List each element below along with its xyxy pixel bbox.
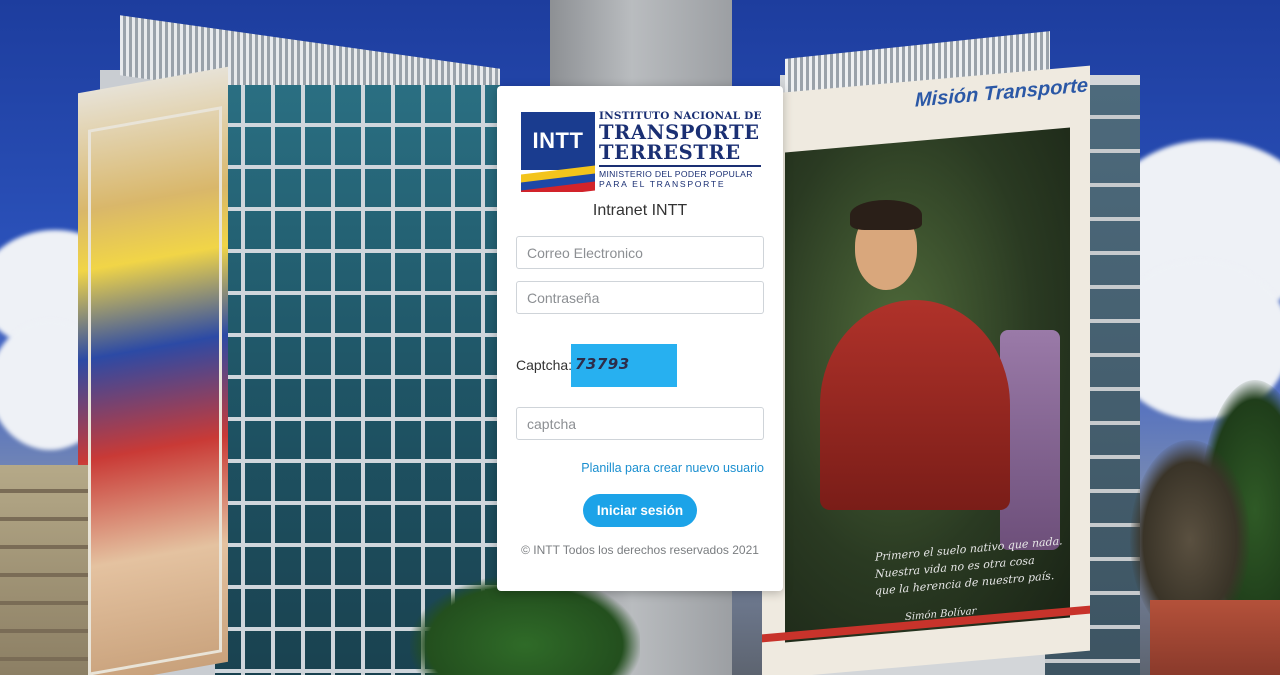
left-banner-frame [88, 106, 222, 675]
password-field[interactable] [516, 281, 764, 314]
captcha-code: 73793 [575, 355, 630, 373]
logo-text: INSTITUTO NACIONAL DE TRANSPORTE TERREST… [599, 110, 761, 189]
footer-copyright: © INTT Todos los derechos reservados 202… [521, 543, 759, 557]
login-card: INTT INSTITUTO NACIONAL DE TRANSPORTE TE… [497, 86, 783, 591]
small-building [0, 465, 88, 675]
logo-ministry-1: MINISTERIO DEL PODER POPULAR [599, 169, 753, 179]
email-field[interactable] [516, 236, 764, 269]
captcha-image: 73793 [571, 344, 677, 387]
logo-line-3: TERRESTRE [599, 141, 741, 164]
red-roof [1150, 600, 1280, 675]
logo-rule [599, 165, 761, 167]
logo-line-2: TRANSPORTE [599, 121, 760, 144]
intt-logo-mark: INTT [521, 112, 595, 192]
signup-link[interactable]: Planilla para crear nuevo usuario [581, 461, 764, 475]
captcha-field[interactable] [516, 407, 764, 440]
login-button[interactable]: Iniciar sesión [583, 494, 697, 527]
page-title: Intranet INTT [592, 202, 688, 219]
portrait-hair [850, 200, 922, 230]
portrait-coat [820, 300, 1010, 510]
background-scene: Misión Transporte Primero el suelo nativ… [0, 0, 1280, 675]
logo-ministry-2: PARA EL TRANSPORTE [599, 179, 726, 189]
captcha-label: Captcha: [516, 357, 573, 373]
logo-abbr: INTT [532, 128, 584, 153]
intt-logo: INTT INSTITUTO NACIONAL DE TRANSPORTE TE… [521, 110, 761, 196]
